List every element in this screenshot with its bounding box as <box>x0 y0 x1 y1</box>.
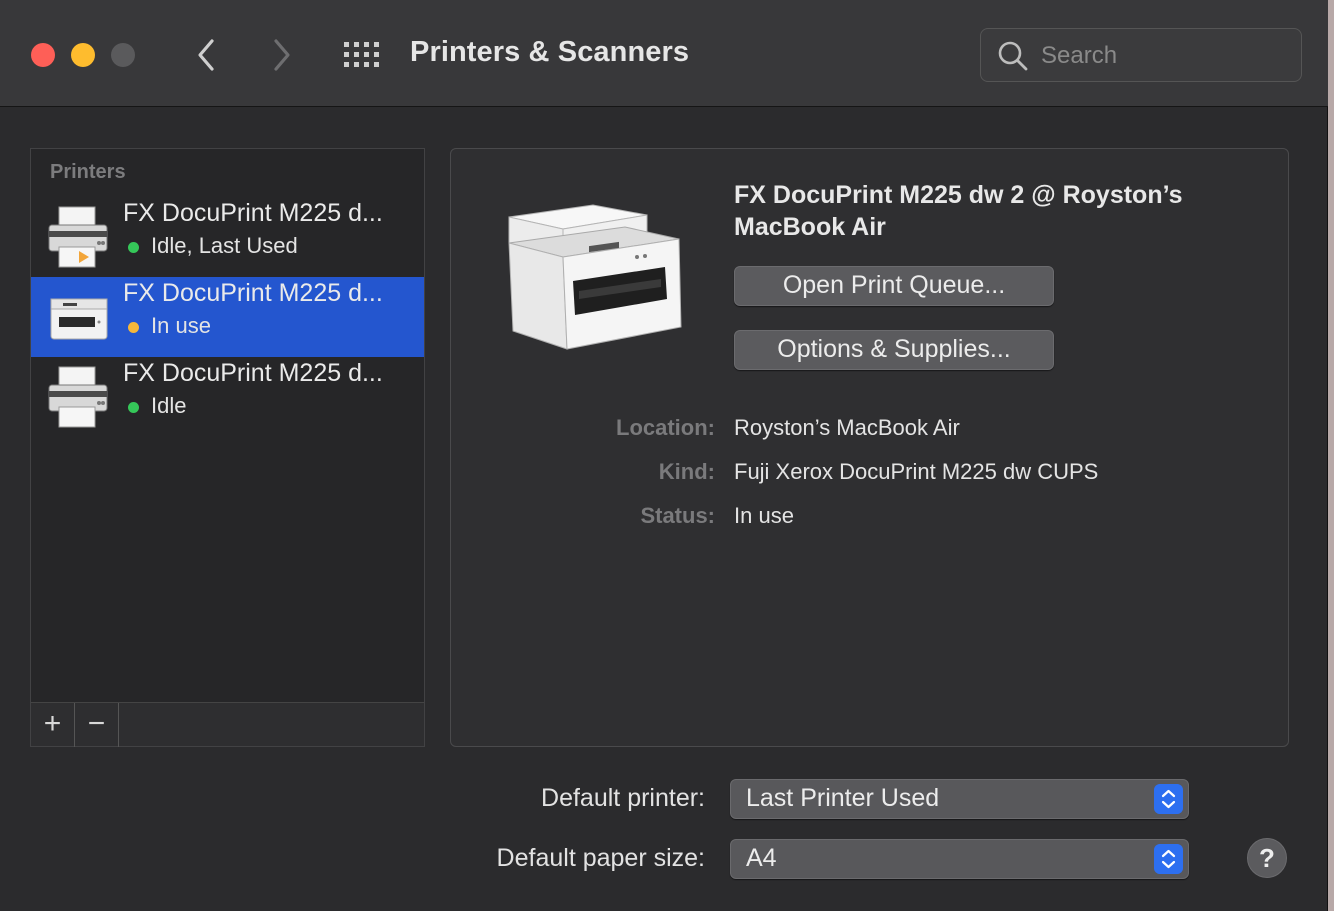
options-supplies-button[interactable]: Options & Supplies... <box>734 330 1054 370</box>
default-paper-size-value: A4 <box>746 844 777 872</box>
default-paper-size-select[interactable]: A4 <box>730 839 1189 879</box>
printer-list-item-selected[interactable]: FX DocuPrint M225 d... In use <box>31 277 424 357</box>
printer-icon <box>48 366 108 428</box>
help-button[interactable]: ? <box>1247 838 1287 878</box>
printer-icon <box>50 298 108 340</box>
list-footer: + − <box>31 702 424 747</box>
chevron-right-icon <box>274 39 290 71</box>
status-dot <box>128 242 139 253</box>
default-printer-value: Last Printer Used <box>746 784 940 812</box>
printer-list-item[interactable]: FX DocuPrint M225 d... Idle <box>31 357 424 437</box>
default-printer-label: Default printer: <box>541 784 705 812</box>
up-down-chevron-icon <box>1154 784 1183 814</box>
printer-image <box>508 204 682 350</box>
kind-value: Fuji Xerox DocuPrint M225 dw CUPS <box>734 459 1099 484</box>
printer-status: Idle <box>151 393 187 418</box>
printer-name: FX DocuPrint M225 d... <box>123 199 383 227</box>
printer-icon <box>48 206 108 268</box>
kind-label: Kind: <box>658 459 715 484</box>
printer-detail-panel: FX DocuPrint M225 dw 2 @ Royston’s MacBo… <box>450 148 1289 747</box>
remove-printer-button[interactable]: − <box>75 703 119 747</box>
status-dot <box>128 402 139 413</box>
chevron-left-icon <box>198 39 214 71</box>
back-button[interactable] <box>192 36 222 74</box>
printer-title: FX DocuPrint M225 dw 2 @ Royston’s MacBo… <box>734 181 1183 241</box>
search-input[interactable] <box>1041 39 1281 73</box>
system-preferences-window: Printers & Scanners Printers FX DocuPrin… <box>0 0 1328 911</box>
grid-icon <box>344 42 379 67</box>
open-print-queue-button[interactable]: Open Print Queue... <box>734 266 1054 306</box>
search-icon <box>998 41 1028 71</box>
zoom-window-button[interactable] <box>111 43 135 67</box>
printer-list-header: Printers <box>50 161 126 183</box>
printer-name: FX DocuPrint M225 d... <box>123 279 383 307</box>
status-label: Status: <box>640 503 715 528</box>
status-dot <box>128 322 139 333</box>
up-down-chevron-icon <box>1154 844 1183 874</box>
close-window-button[interactable] <box>31 43 55 67</box>
forward-button[interactable] <box>266 36 296 74</box>
printer-status: Idle, Last Used <box>151 233 298 258</box>
window-title: Printers & Scanners <box>410 36 690 68</box>
add-printer-button[interactable]: + <box>31 703 75 747</box>
title-bar: Printers & Scanners <box>0 0 1328 107</box>
show-all-button[interactable] <box>343 41 381 69</box>
location-value: Royston’s MacBook Air <box>734 415 960 440</box>
printer-name: FX DocuPrint M225 d... <box>123 359 383 387</box>
printer-list-item[interactable]: FX DocuPrint M225 d... Idle, Last Used <box>31 197 424 277</box>
minimize-window-button[interactable] <box>71 43 95 67</box>
search-field[interactable] <box>980 28 1302 82</box>
desktop-edge <box>1328 0 1334 911</box>
default-printer-select[interactable]: Last Printer Used <box>730 779 1189 819</box>
default-paper-size-label: Default paper size: <box>496 844 705 872</box>
location-label: Location: <box>616 415 715 440</box>
printer-list: Printers FX DocuPrint M225 d... Idle, La… <box>30 148 425 747</box>
status-value: In use <box>734 503 794 528</box>
printer-status: In use <box>151 313 211 338</box>
